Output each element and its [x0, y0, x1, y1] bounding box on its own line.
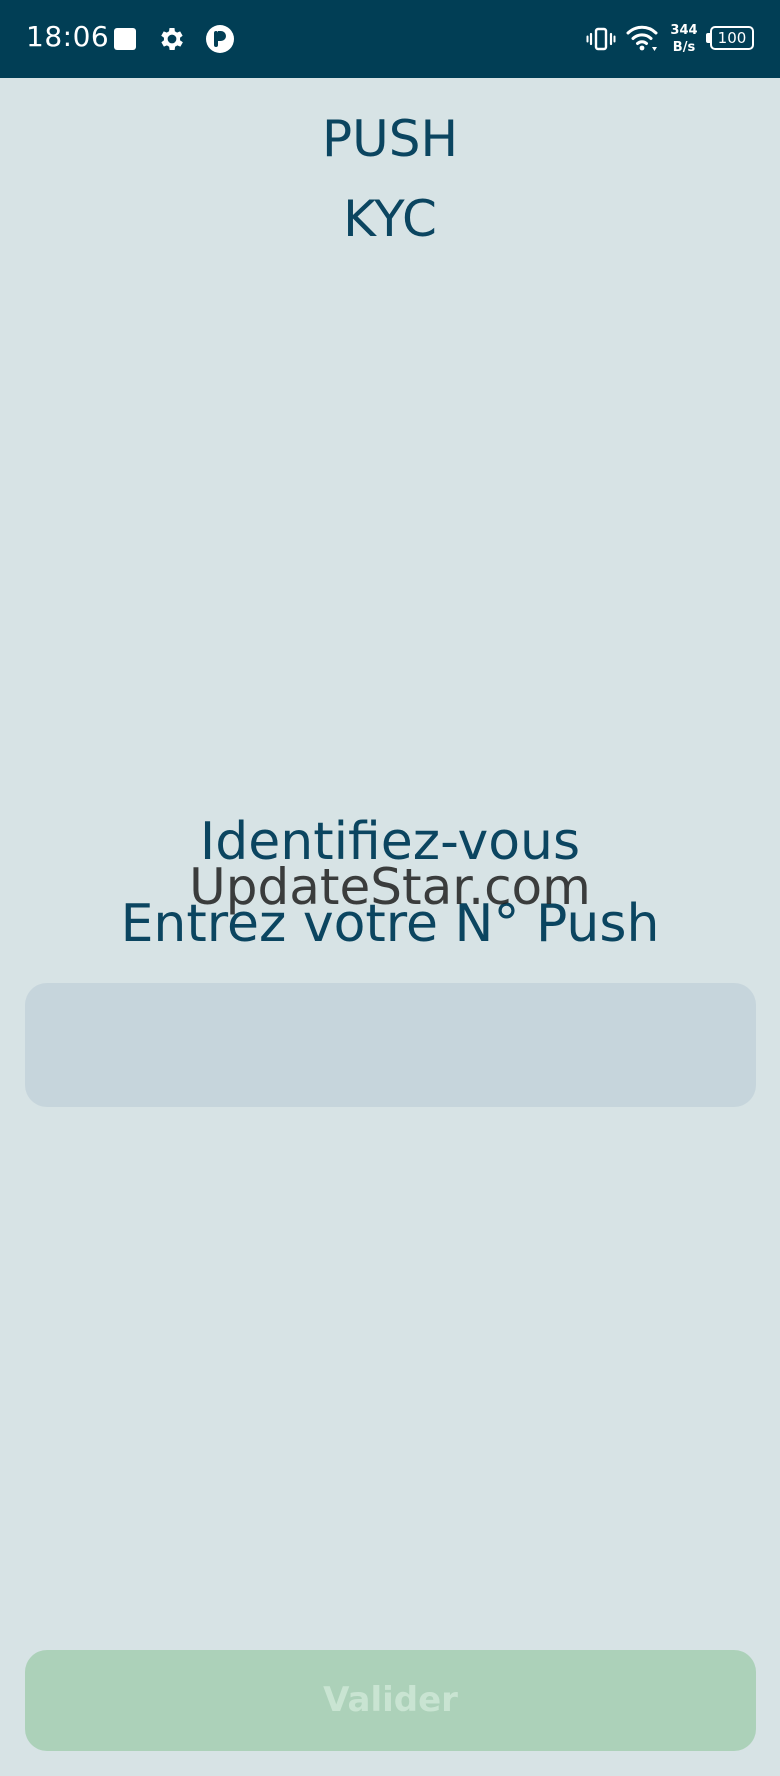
status-time: 18:06	[26, 20, 110, 53]
app-screen: 18:06 344 B/s 100 PUSH KYC Identifiez-vo…	[0, 0, 780, 1776]
square-notification-icon	[114, 28, 136, 50]
network-speed: 344 B/s	[668, 22, 700, 56]
network-speed-value: 344	[670, 23, 698, 38]
app-title-line1: PUSH	[321, 110, 459, 168]
wifi-icon	[626, 25, 658, 51]
battery-icon: 100	[706, 26, 754, 50]
battery-level: 100	[710, 26, 754, 50]
p-app-icon	[206, 25, 234, 53]
vibrate-icon	[586, 27, 616, 51]
watermark-text: UpdateStar.com	[189, 858, 591, 916]
push-number-input[interactable]	[25, 983, 756, 1107]
status-bar: 18:06 344 B/s 100	[0, 0, 780, 78]
app-title-line2: KYC	[343, 190, 437, 248]
gear-icon	[161, 28, 183, 50]
validate-button[interactable]: Valider	[25, 1650, 756, 1751]
network-speed-unit: B/s	[672, 40, 696, 55]
